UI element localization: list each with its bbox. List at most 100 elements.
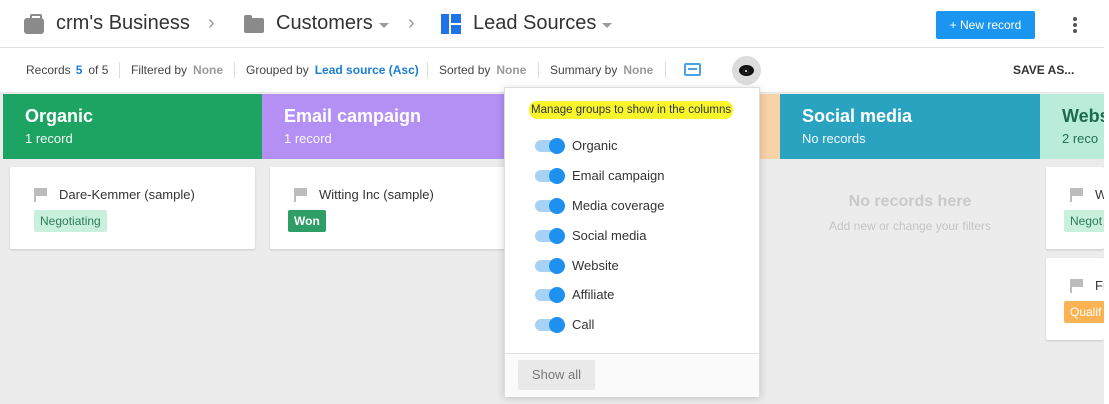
column-title: Webs [1062,106,1104,126]
column-count: 1 record [284,131,332,146]
status-badge: Negotiating [34,210,107,232]
column-title: Organic [25,106,94,126]
column-count: No records [802,131,866,146]
card-layout-icon[interactable] [684,63,701,76]
divider [538,62,539,78]
group-toggle-email-campaign[interactable]: Email campaign [535,167,665,184]
divider [427,62,428,78]
breadcrumb-business[interactable]: crm's Business [24,12,190,35]
manage-groups-popup: Manage groups to show in the columns Org… [504,87,760,397]
column-title: Social media [802,106,913,126]
toggle-switch[interactable] [535,227,565,244]
records-count-value: 5 [75,63,83,77]
column-title: Email campaign [284,106,422,126]
group-label: Social media [572,228,647,243]
summary-by-label: Summary by [550,63,618,77]
record-card[interactable]: Witting Inc (sample) Won [270,167,516,249]
group-toggle-social-media[interactable]: Social media [535,227,647,244]
record-card[interactable]: W Negot [1046,167,1104,249]
scrollbar[interactable] [1104,0,1109,404]
sorted-by-label: Sorted by [439,63,491,77]
group-label: Website [572,258,619,273]
flag-icon[interactable] [1070,278,1083,293]
group-control[interactable]: Grouped by Lead source (Asc) [246,63,419,77]
more-options-icon[interactable] [1068,15,1082,35]
group-toggle-organic[interactable]: Organic [535,137,618,154]
folder-icon [244,15,264,33]
toggle-switch[interactable] [535,257,565,274]
record-row: W [1070,187,1104,202]
status-badge: Won [288,210,326,232]
group-toggle-website[interactable]: Website [535,257,619,274]
toggle-switch[interactable] [535,286,565,303]
group-toggle-media-coverage[interactable]: Media coverage [535,197,665,214]
records-label: Records [26,63,71,77]
grouped-by-label: Grouped by [246,63,309,77]
flag-icon[interactable] [34,187,47,202]
record-card[interactable]: Dare-Kemmer (sample) Negotiating [10,167,255,249]
column-header-social-media: Social media No records [780,94,1040,159]
view-grid-icon [441,13,461,34]
save-as-button[interactable]: SAVE AS... [1013,63,1074,77]
group-label: Affiliate [572,287,615,302]
column-header-website: Webs 2 reco [1040,94,1104,159]
group-label: Email campaign [572,168,665,183]
summary-by-value: None [623,63,654,77]
breadcrumb-lead-sources-label: Lead Sources [473,12,597,34]
breadcrumb-separator: › [208,12,215,34]
record-row: Dare-Kemmer (sample) [34,187,195,202]
top-bar: crm's Business › Customers › Lead Source… [0,0,1104,48]
column-header-email-campaign: Email campaign 1 record [262,94,521,159]
new-record-button[interactable]: + New record [936,11,1035,39]
filtered-by-label: Filtered by [131,63,188,77]
records-count: Records 5 of 5 [26,63,108,77]
group-label: Media coverage [572,198,665,213]
group-label: Organic [572,138,618,153]
column-count: 2 reco [1062,131,1099,146]
grouped-by-value: Lead source (Asc) [314,63,419,77]
toggle-switch[interactable] [535,137,565,154]
show-hide-groups-button[interactable] [732,56,761,85]
record-name: Dare-Kemmer (sample) [59,187,195,202]
breadcrumb-separator: › [408,12,415,34]
column-header-organic: Organic 1 record [3,94,262,159]
record-row: Fr [1070,278,1104,293]
divider [234,62,235,78]
record-name: Witting Inc (sample) [319,187,434,202]
empty-state-title: No records here [848,193,972,210]
breadcrumb-customers-label: Customers [276,12,373,34]
chevron-down-icon [602,22,613,28]
toggle-switch[interactable] [535,316,565,333]
group-toggle-call[interactable]: Call [535,316,595,333]
chevron-down-icon [378,22,389,28]
popup-hint: Manage groups to show in the columns [529,101,734,119]
filter-control[interactable]: Filtered by None [131,63,223,77]
toggle-switch[interactable] [535,197,565,214]
flag-icon[interactable] [1070,187,1083,202]
record-card[interactable]: Fr Qualif [1046,258,1104,340]
flag-icon[interactable] [294,187,307,202]
status-badge: Qualif [1064,301,1104,323]
summary-control[interactable]: Summary by None [550,63,653,77]
record-name: W [1095,187,1104,202]
divider [665,62,666,78]
divider [119,62,120,78]
status-badge: Negot [1064,210,1104,232]
breadcrumb-business-label: crm's Business [56,12,190,34]
breadcrumb-customers[interactable]: Customers [244,12,389,35]
group-toggle-affiliate[interactable]: Affiliate [535,286,615,303]
record-row: Witting Inc (sample) [294,187,434,202]
eye-icon [739,65,754,76]
group-label: Call [572,317,595,332]
toggle-switch[interactable] [535,167,565,184]
briefcase-icon [24,13,44,34]
filtered-by-value: None [193,63,224,77]
sorted-by-value: None [496,63,527,77]
popup-footer: Show all [505,353,759,397]
breadcrumb-lead-sources[interactable]: Lead Sources [441,12,613,35]
records-total: of 5 [88,63,109,77]
empty-state-subtitle: Add new or change your filters [828,219,992,233]
show-all-button[interactable]: Show all [518,360,595,390]
record-name: Fr [1095,278,1104,293]
sort-control[interactable]: Sorted by None [439,63,526,77]
